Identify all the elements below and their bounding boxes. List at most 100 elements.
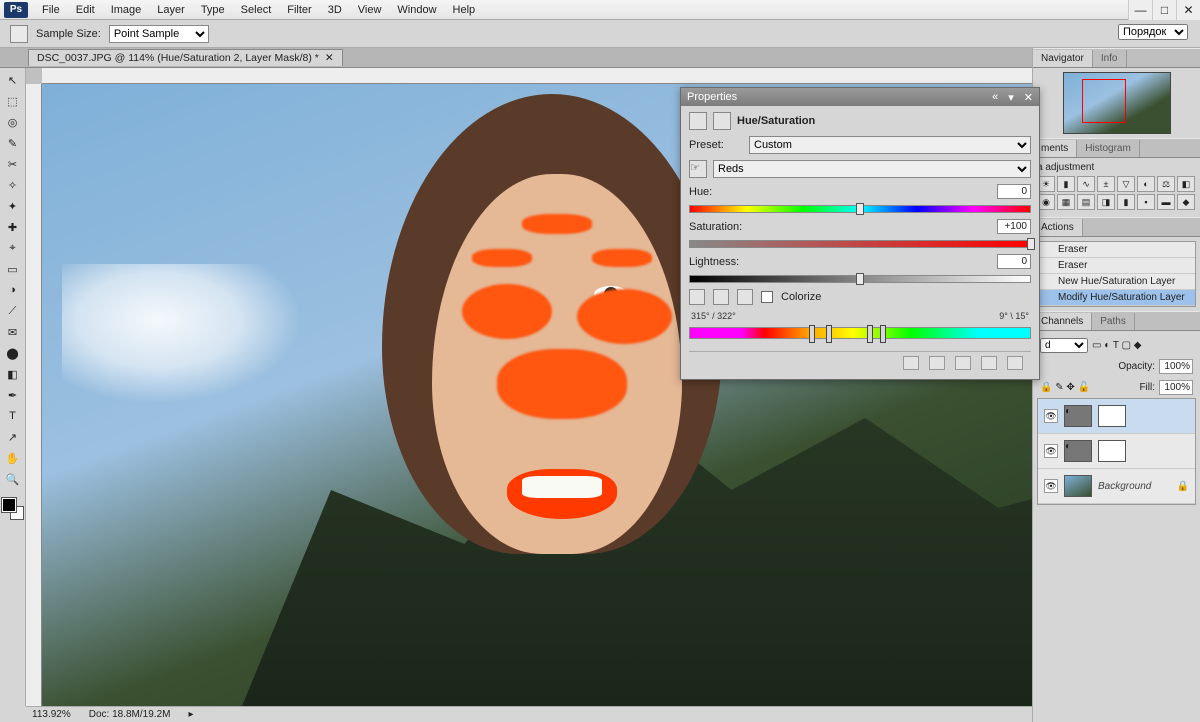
opacity-field[interactable]: 100% <box>1159 359 1193 374</box>
action-row[interactable]: New Hue/Saturation Layer <box>1038 274 1195 290</box>
action-row[interactable]: Eraser <box>1038 242 1195 258</box>
panel-close-icon[interactable]: ✕ <box>1024 91 1033 104</box>
properties-panel[interactable]: Properties « ▾ ✕ Hue/Saturation Preset: … <box>680 87 1040 380</box>
hue-value[interactable]: 0 <box>997 184 1031 199</box>
visibility-icon[interactable]: 👁 <box>1044 444 1058 458</box>
adjustment-type-icon[interactable] <box>689 112 707 130</box>
window-minimize-button[interactable]: — <box>1128 0 1152 20</box>
sample-size-select[interactable]: Point Sample <box>109 25 209 43</box>
menu-edit[interactable]: Edit <box>68 1 103 19</box>
path-select-tool[interactable]: T <box>2 406 24 426</box>
actions-list[interactable]: Eraser Eraser New Hue/Saturation Layer M… <box>1037 241 1196 307</box>
saturation-value[interactable]: +100 <box>997 219 1031 234</box>
toggle-visibility-icon[interactable] <box>981 356 997 370</box>
layer-thumb[interactable] <box>1064 475 1092 497</box>
zoom-tool[interactable]: 🔍 <box>2 469 24 489</box>
stamp-tool[interactable]: ⌖ <box>2 238 24 258</box>
menu-select[interactable]: Select <box>233 1 280 19</box>
preset-select[interactable]: Custom <box>749 136 1031 154</box>
menu-3d[interactable]: 3D <box>320 1 350 19</box>
eyedropper-sub-icon[interactable] <box>737 289 753 305</box>
layer-row[interactable]: 👁 ◐ <box>1038 434 1195 469</box>
adjustment-thumb-icon[interactable]: ◐ <box>1064 440 1092 462</box>
action-row[interactable]: Eraser <box>1038 258 1195 274</box>
tab-paths[interactable]: Paths <box>1092 313 1135 330</box>
crop-tool[interactable]: ✂ <box>2 154 24 174</box>
blur-tool[interactable]: ✉ <box>2 322 24 342</box>
adj-vibrance-icon[interactable]: ▽ <box>1117 176 1135 192</box>
color-range-bar[interactable] <box>689 327 1031 339</box>
type-tool[interactable]: ✒ <box>2 385 24 405</box>
menu-file[interactable]: File <box>34 1 68 19</box>
channel-select[interactable]: Reds <box>713 160 1031 178</box>
shape-tool[interactable]: ↗ <box>2 427 24 447</box>
mask-type-icon[interactable] <box>713 112 731 130</box>
eyedropper-tool[interactable]: ✧ <box>2 175 24 195</box>
ruler-horizontal[interactable] <box>42 68 1032 84</box>
reset-icon[interactable] <box>955 356 971 370</box>
history-brush-tool[interactable]: ▭ <box>2 259 24 279</box>
zoom-readout[interactable]: 113.92% <box>32 709 71 720</box>
pen-tool[interactable]: ◧ <box>2 364 24 384</box>
document-tab[interactable]: DSC_0037.JPG @ 114% (Hue/Saturation 2, L… <box>28 49 343 66</box>
layer-row[interactable]: 👁 ◐ <box>1038 399 1195 434</box>
layer-row[interactable]: 👁 Background 🔒 <box>1038 469 1195 504</box>
menu-type[interactable]: Type <box>193 1 233 19</box>
adj-invert-icon[interactable]: ◨ <box>1097 194 1115 210</box>
view-previous-icon[interactable] <box>929 356 945 370</box>
menu-window[interactable]: Window <box>389 1 444 19</box>
layer-mask-thumb[interactable] <box>1098 405 1126 427</box>
workspace-switcher[interactable]: Порядок <box>1118 24 1188 40</box>
adj-colorbal-icon[interactable]: ⚖ <box>1157 176 1175 192</box>
adj-poster-icon[interactable]: ▮ <box>1117 194 1135 210</box>
properties-header[interactable]: Properties « ▾ ✕ <box>681 88 1039 106</box>
healing-tool[interactable]: ✦ <box>2 196 24 216</box>
tab-close-icon[interactable]: ✕ <box>325 52 334 64</box>
brush-tool[interactable]: ✚ <box>2 217 24 237</box>
navigator-preview[interactable] <box>1063 72 1171 134</box>
tab-actions[interactable]: Actions <box>1033 219 1083 236</box>
adj-selcolor-icon[interactable]: ◆ <box>1177 194 1195 210</box>
current-tool-icon[interactable] <box>10 25 28 43</box>
adj-chmix-icon[interactable]: ▦ <box>1057 194 1075 210</box>
colorize-checkbox[interactable] <box>761 291 773 303</box>
visibility-icon[interactable]: 👁 <box>1044 409 1058 423</box>
visibility-icon[interactable]: 👁 <box>1044 479 1058 493</box>
gradient-tool[interactable]: ⟋ <box>2 301 24 321</box>
hue-slider[interactable] <box>689 205 1031 213</box>
adj-thresh-icon[interactable]: ▪ <box>1137 194 1155 210</box>
tab-navigator[interactable]: Navigator <box>1033 50 1093 67</box>
adjustment-thumb-icon[interactable]: ◐ <box>1064 405 1092 427</box>
targeted-adjust-icon[interactable]: ☞ <box>689 160 707 178</box>
lightness-value[interactable]: 0 <box>997 254 1031 269</box>
clip-to-layer-icon[interactable] <box>903 356 919 370</box>
adj-levels-icon[interactable]: ▮ <box>1057 176 1075 192</box>
adj-bw-icon[interactable]: ◧ <box>1177 176 1195 192</box>
tab-histogram[interactable]: Histogram <box>1077 140 1140 157</box>
menu-layer[interactable]: Layer <box>149 1 193 19</box>
panel-collapse-icon[interactable]: « <box>992 91 998 104</box>
action-row[interactable]: Modify Hue/Saturation Layer <box>1038 290 1195 306</box>
foreground-color-swatch[interactable] <box>2 498 16 512</box>
fill-field[interactable]: 100% <box>1159 380 1193 395</box>
move-tool[interactable]: ↖ <box>2 70 24 90</box>
tab-channels[interactable]: Channels <box>1033 313 1092 330</box>
panel-menu-icon[interactable]: ▾ <box>1008 91 1014 104</box>
layer-mask-thumb[interactable] <box>1098 440 1126 462</box>
ruler-vertical[interactable] <box>26 84 42 706</box>
adj-curves-icon[interactable]: ∿ <box>1077 176 1095 192</box>
dodge-tool[interactable]: ⬤ <box>2 343 24 363</box>
menu-view[interactable]: View <box>350 1 390 19</box>
layer-kind-filter[interactable]: d <box>1040 338 1088 353</box>
quick-select-tool[interactable]: ✎ <box>2 133 24 153</box>
window-maximize-button[interactable]: □ <box>1152 0 1176 20</box>
layer-name[interactable]: Background <box>1098 481 1151 492</box>
lasso-tool[interactable]: ◎ <box>2 112 24 132</box>
menu-image[interactable]: Image <box>103 1 150 19</box>
eraser-tool[interactable]: ◑ <box>2 280 24 300</box>
status-arrow-icon[interactable]: ▸ <box>188 709 193 720</box>
hand-tool[interactable]: ✋ <box>2 448 24 468</box>
adj-hue-icon[interactable]: ◐ <box>1137 176 1155 192</box>
trash-icon[interactable] <box>1007 356 1023 370</box>
lightness-slider[interactable] <box>689 275 1031 283</box>
